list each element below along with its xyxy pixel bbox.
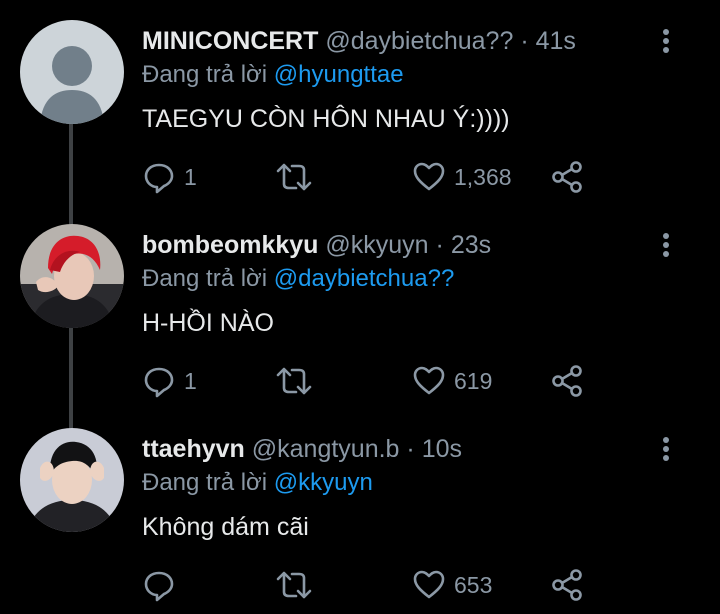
timestamp[interactable]: 23s bbox=[451, 231, 491, 259]
user-handle[interactable]: @kangtyun.b bbox=[252, 435, 400, 463]
reply-count: 1 bbox=[184, 367, 197, 394]
red-hair-photo-icon bbox=[20, 224, 124, 328]
dark-hair-photo-icon bbox=[20, 428, 124, 532]
like-button[interactable]: 619 bbox=[412, 361, 492, 401]
reply-mention[interactable]: @hyungttae bbox=[274, 61, 404, 88]
replying-prefix: Đang trả lời bbox=[142, 469, 268, 496]
tweet-header: MINICONCERT @daybietchua?? · 41s bbox=[142, 26, 576, 56]
reply-mention[interactable]: @kkyuyn bbox=[274, 469, 373, 496]
reply-icon bbox=[144, 367, 174, 398]
replying-to: Đang trả lời @daybietchua?? bbox=[142, 264, 454, 294]
replying-to: Đang trả lời @kkyuyn bbox=[142, 468, 373, 498]
more-options-icon[interactable] bbox=[654, 26, 678, 56]
tweet-text: TAEGYU CÒN HÔN NHAU Ý:)))) bbox=[142, 105, 510, 133]
tweet-text: Không dám cãi bbox=[142, 513, 309, 541]
replying-prefix: Đang trả lời bbox=[142, 61, 268, 88]
retweet-icon bbox=[276, 367, 312, 395]
separator: · bbox=[435, 231, 444, 259]
display-name[interactable]: ttaehyvn bbox=[142, 435, 245, 463]
retweet-button[interactable] bbox=[274, 361, 322, 401]
like-count: 653 bbox=[454, 571, 493, 598]
user-handle[interactable]: @daybietchua?? bbox=[325, 27, 513, 55]
share-button[interactable] bbox=[550, 157, 584, 197]
reply-icon bbox=[144, 571, 174, 602]
reply-button[interactable]: 1 bbox=[142, 157, 197, 197]
tweet-header: ttaehyvn @kangtyun.b · 10s bbox=[142, 434, 462, 464]
separator: · bbox=[520, 27, 529, 55]
tweet-header: bombeomkkyu @kkyuyn · 23s bbox=[142, 230, 491, 260]
separator: · bbox=[406, 435, 415, 463]
tweet-text: H-HỒI NÀO bbox=[142, 309, 274, 337]
retweet-icon bbox=[276, 571, 312, 599]
heart-icon bbox=[413, 366, 445, 395]
replying-to: Đang trả lời @hyungttae bbox=[142, 60, 404, 90]
timestamp[interactable]: 41s bbox=[536, 27, 576, 55]
reply-button[interactable] bbox=[142, 565, 184, 605]
reply-count: 1 bbox=[184, 163, 197, 190]
replying-prefix: Đang trả lời bbox=[142, 265, 268, 292]
default-avatar-icon bbox=[20, 20, 124, 124]
reply-icon bbox=[144, 163, 174, 194]
like-count: 1,368 bbox=[454, 163, 512, 190]
tweet[interactable]: ttaehyvn @kangtyun.b · 10s Đang trả lời … bbox=[0, 408, 720, 612]
avatar[interactable] bbox=[20, 428, 124, 532]
retweet-button[interactable] bbox=[274, 157, 322, 197]
reply-mention[interactable]: @daybietchua?? bbox=[274, 265, 455, 292]
user-handle[interactable]: @kkyuyn bbox=[325, 231, 428, 259]
like-button[interactable]: 1,368 bbox=[412, 157, 512, 197]
display-name[interactable]: bombeomkkyu bbox=[142, 231, 318, 259]
more-options-icon[interactable] bbox=[654, 434, 678, 464]
share-button[interactable] bbox=[550, 361, 584, 401]
share-icon bbox=[552, 569, 582, 601]
share-button[interactable] bbox=[550, 565, 584, 605]
display-name[interactable]: MINICONCERT bbox=[142, 27, 318, 55]
heart-icon bbox=[413, 570, 445, 599]
tweet[interactable]: bombeomkkyu @kkyuyn · 23s Đang trả lời @… bbox=[0, 204, 720, 408]
retweet-icon bbox=[276, 163, 312, 191]
tweet[interactable]: MINICONCERT @daybietchua?? · 41s Đang tr… bbox=[0, 0, 720, 204]
share-icon bbox=[552, 365, 582, 397]
like-button[interactable]: 653 bbox=[412, 565, 492, 605]
timestamp[interactable]: 10s bbox=[422, 435, 462, 463]
like-count: 619 bbox=[454, 367, 493, 394]
avatar[interactable] bbox=[20, 224, 124, 328]
reply-button[interactable]: 1 bbox=[142, 361, 197, 401]
retweet-button[interactable] bbox=[274, 565, 322, 605]
tweet-actions: 653 bbox=[140, 565, 600, 605]
tweet-actions: 1 619 bbox=[140, 361, 600, 401]
avatar[interactable] bbox=[20, 20, 124, 124]
tweet-actions: 1 1,368 bbox=[140, 157, 600, 197]
share-icon bbox=[552, 161, 582, 193]
heart-icon bbox=[413, 162, 445, 191]
more-options-icon[interactable] bbox=[654, 230, 678, 260]
